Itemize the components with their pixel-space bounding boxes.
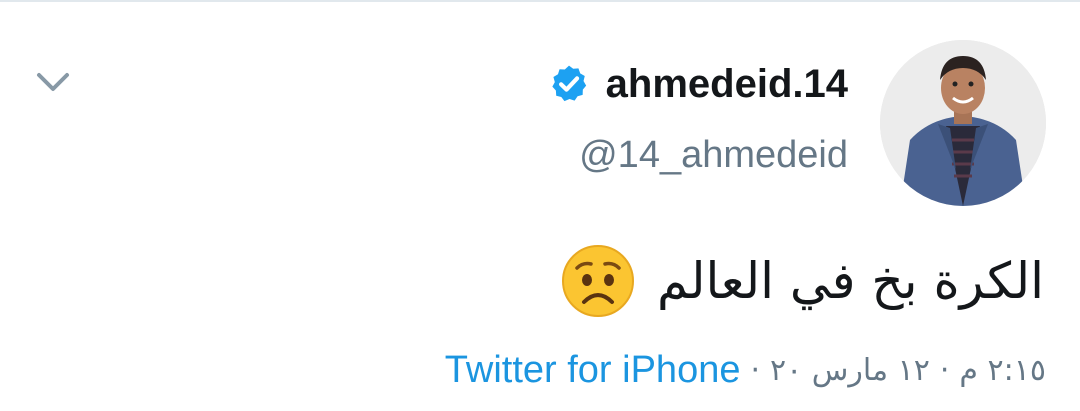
meta-separator: · [939, 352, 950, 388]
user-handle[interactable]: @14_ahmedeid [579, 134, 848, 177]
user-name-row[interactable]: ahmedeid.14 [548, 56, 848, 112]
tweet-source-link[interactable]: Twitter for iPhone [445, 349, 741, 392]
tweet-meta: Twitter for iPhone · ١٢ مارس ٢٠ · ٢:١٥ م [445, 340, 1046, 400]
tweet-text: الكرة بخ في العالم [657, 252, 1044, 310]
chevron-down-icon[interactable] [28, 62, 78, 102]
tweet-body: الكرة بخ في العالم [561, 236, 1044, 326]
verified-badge-icon [548, 61, 594, 107]
tweet-date[interactable]: ١٢ مارس ٢٠ [770, 353, 930, 388]
worried-face-icon [561, 244, 635, 318]
avatar[interactable] [880, 40, 1046, 206]
meta-separator: · [750, 352, 761, 388]
top-divider [0, 0, 1080, 2]
display-name[interactable]: ahmedeid.14 [606, 62, 848, 107]
tweet-time[interactable]: ٢:١٥ م [959, 353, 1046, 388]
